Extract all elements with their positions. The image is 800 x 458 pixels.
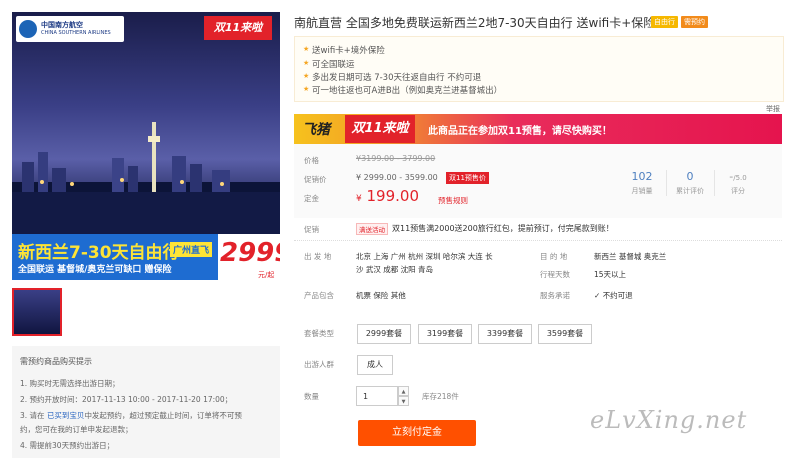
notice-line-part: 中发起预约，超过预定截止时间，订单将不可预 <box>84 411 242 420</box>
star-icon: ★ <box>303 72 310 80</box>
service-value: ✓ 不约可退 <box>594 290 633 301</box>
fliggy-logo: 飞猪 <box>302 122 330 138</box>
city-skyline-illustration <box>12 122 280 242</box>
star-icon: ★ <box>303 85 310 93</box>
deposit-value: 199.00 <box>366 187 420 205</box>
pay-deposit-button[interactable]: 立刻付定金 <box>358 420 476 446</box>
package-include-label: 产品包含 <box>304 291 334 300</box>
rating-label: 评分 <box>731 187 745 195</box>
package-option-3399[interactable]: 3399套餐 <box>478 324 532 344</box>
promotion-text: 双11预售满2000送200旅行红包，提前预订，付完尾款到账！ <box>392 224 614 233</box>
destination-label: 目 的 地 <box>540 252 568 261</box>
feature-item: 多出发日期可选 7-30天往返自由行 不约可退 <box>312 73 482 83</box>
monthly-sales-label: 月销量 <box>631 187 653 195</box>
promo-bar-text: 此商品正在参加双11预售，请尽快购买！ <box>428 126 612 137</box>
divider <box>714 170 715 196</box>
package-option-3599[interactable]: 3599套餐 <box>538 324 592 344</box>
feature-item: 可全国联运 <box>312 60 355 70</box>
stock-info: 库存218件 <box>422 392 459 401</box>
promo-price-label: 促销价 <box>304 175 327 184</box>
travelers-label: 出游人群 <box>304 360 334 369</box>
section-divider <box>294 240 782 241</box>
package-include-value: 机票 保险 其他 <box>356 291 406 300</box>
badge-free-travel: 自由行 <box>651 16 678 28</box>
quantity-label: 数量 <box>304 392 319 401</box>
promotion-label: 促销 <box>304 225 319 234</box>
deposit-label: 定金 <box>304 194 319 203</box>
notice-line: 约，您可在我的订单申发起退款； <box>20 425 133 434</box>
banner-title: 新西兰7-30天自由行 <box>18 243 180 263</box>
reviews-label: 累计评价 <box>676 187 704 195</box>
double11-badge: 双11来啦 <box>345 115 415 143</box>
departure-label: 出 发 地 <box>304 252 332 261</box>
product-main-image[interactable]: 中国南方航空 CHINA SOUTHERN AIRLINES 双11来啦 新西兰… <box>12 12 280 280</box>
promo-price: ¥ 2999.00 - 3599.00 <box>356 173 438 182</box>
banner-price: 2999 <box>220 238 280 268</box>
airline-logo: 中国南方航空 CHINA SOUTHERN AIRLINES <box>16 16 124 42</box>
feature-item: 送wifi卡+境外保险 <box>312 46 385 56</box>
destination-value: 新西兰 基督城 奥克兰 <box>594 252 667 261</box>
notice-line-part: 3. 请在 <box>20 411 45 420</box>
notice-line: 4. 需提前30天预约出游日； <box>20 441 115 450</box>
promotion-tag: 满送活动 <box>356 223 388 235</box>
presale-rules-link[interactable]: 预售规则 <box>438 195 468 206</box>
double11-label: 双11来啦 <box>204 16 272 40</box>
airline-logo-icon <box>19 20 37 38</box>
badge-reservation: 需预约 <box>681 16 708 28</box>
airline-name-en: CHINA SOUTHERN AIRLINES <box>41 30 111 36</box>
days-label: 行程天数 <box>540 270 570 279</box>
report-link[interactable]: 举报 <box>766 104 780 114</box>
rating-scale: /5.0 <box>733 174 747 182</box>
thumbnail-image[interactable] <box>12 288 62 336</box>
quantity-down-icon[interactable]: ▼ <box>398 396 409 406</box>
notice-line: 1. 购买时无需选择出游日期； <box>20 379 120 388</box>
original-price: ¥3199.00 - 3799.00 <box>356 154 436 163</box>
currency-symbol: ¥ <box>356 194 362 204</box>
package-type-label: 套餐类型 <box>304 329 334 338</box>
notice-line: 2. 预约开放时间：2017-11-13 10:00 - 2017-11-20 … <box>20 395 233 404</box>
banner-tag: 广州直飞 <box>170 242 213 257</box>
notice-title: 需预约商品购买提示 <box>20 357 92 366</box>
rating-value: -/5.0 <box>718 170 758 183</box>
feature-item: 可一地往返也可A进B出（例如奥克兰进基督城出） <box>312 86 503 96</box>
departure-cities-cont: 沙 武汉 成都 沈阳 青岛 <box>356 265 434 274</box>
quantity-up-icon[interactable]: ▲ <box>398 386 409 396</box>
price-label: 价格 <box>304 156 319 165</box>
double11-price-tag: 双11预售价 <box>446 172 489 184</box>
airline-name-cn: 中国南方航空 <box>41 21 83 29</box>
product-title: 南航直营 全国多地免费联运新西兰2地7-30天自由行 送wifi卡+保险 <box>294 16 656 30</box>
deposit-amount: ¥ 199.00 <box>356 187 419 205</box>
purchased-items-link[interactable]: 已买到宝贝 <box>47 411 85 420</box>
notice-line: 3. 请在 已买到宝贝中发起预约，超过预定截止时间，订单将不可预 <box>20 410 242 421</box>
departure-cities: 北京 上海 广州 杭州 深圳 哈尔滨 大连 长 <box>356 252 493 261</box>
traveler-option-adult[interactable]: 成人 <box>357 355 393 375</box>
check-circle-icon: ✓ <box>594 291 601 300</box>
banner-price-unit: 元/起 <box>258 271 275 279</box>
days-value: 15天以上 <box>594 270 627 279</box>
watermark: eLvXing.net <box>590 406 748 434</box>
package-option-2999[interactable]: 2999套餐 <box>357 324 411 344</box>
divider <box>666 170 667 196</box>
package-option-3199[interactable]: 3199套餐 <box>418 324 472 344</box>
quantity-input[interactable]: 1 <box>356 386 398 406</box>
service-text: 不约可退 <box>602 291 633 300</box>
reviews-value[interactable]: 0 <box>670 170 710 183</box>
monthly-sales-value: 102 <box>631 170 653 183</box>
star-icon: ★ <box>303 59 310 67</box>
star-icon: ★ <box>303 45 310 53</box>
service-label: 服务承诺 <box>540 291 570 300</box>
banner-subtitle: 全国联运 基督城/奥克兰可缺口 赠保险 <box>18 265 172 275</box>
